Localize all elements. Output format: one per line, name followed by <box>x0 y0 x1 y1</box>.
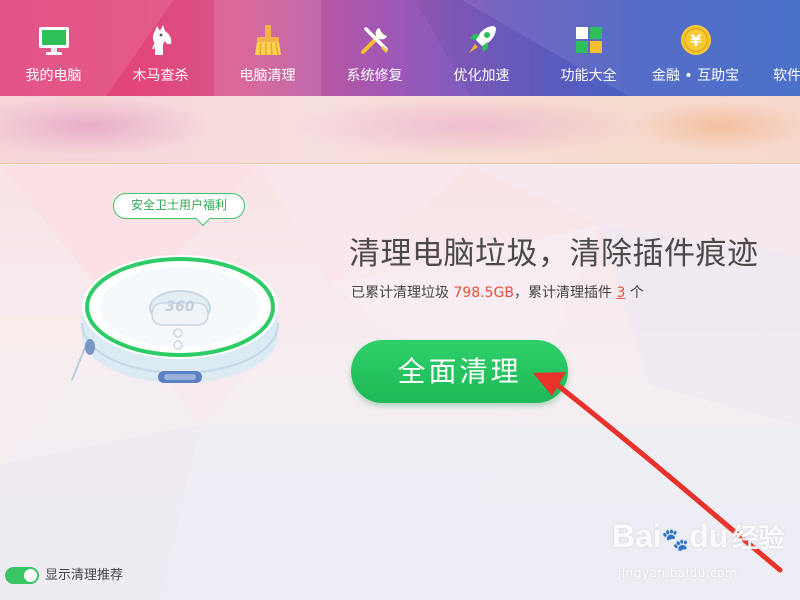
nav-item-finance[interactable]: ¥ 金融 • 互助宝 <box>642 0 749 96</box>
nav-label: 电脑清理 <box>239 68 296 84</box>
yuan-coin-icon: ¥ <box>678 22 714 58</box>
watermark-url: jingyan.baidu.com <box>618 566 738 580</box>
watermark-bai: Bai <box>612 518 662 554</box>
top-navigation: 我的电脑 木马查杀 电脑清理 系统修复 优化加速 功能大全 ¥ 金融 • 互助宝… <box>0 0 800 96</box>
nav-label: 我的电脑 <box>25 68 82 84</box>
blurred-banner <box>0 96 800 164</box>
watermark-du: du <box>689 518 729 554</box>
show-recommendations-toggle[interactable] <box>5 567 39 584</box>
nav-label: 软件 <box>773 68 800 84</box>
nav-label: 金融 • 互助宝 <box>651 68 740 84</box>
nav-item-trojan-scan[interactable]: 木马查杀 <box>107 0 214 96</box>
stats-middle: ，累计清理插件 <box>514 285 612 301</box>
user-welfare-badge[interactable]: 安全卫士用户福利 <box>113 193 245 219</box>
stats-prefix: 已累计清理垃圾 <box>351 285 449 301</box>
rocket-icon <box>464 22 500 58</box>
nav-item-computer-cleanup[interactable]: 电脑清理 <box>214 0 321 96</box>
grid-icon <box>571 22 607 58</box>
cleanup-stats: 已累计清理垃圾 798.5GB，累计清理插件 3 个 <box>351 283 644 303</box>
nav-item-software[interactable]: 软件 <box>749 0 800 96</box>
nav-item-optimize[interactable]: 优化加速 <box>428 0 535 96</box>
full-clean-button[interactable]: 全面清理 <box>351 340 568 403</box>
robot-brand-label: 360 <box>165 299 194 315</box>
nav-label: 系统修复 <box>346 68 403 84</box>
broom-icon <box>250 22 286 58</box>
toggle-label: 显示清理推荐 <box>45 568 124 583</box>
watermark-logo: Bai🐾du 经验 <box>612 518 784 555</box>
nav-item-all-functions[interactable]: 功能大全 <box>535 0 642 96</box>
watermark-jingyan: 经验 <box>732 523 785 553</box>
paw-icon: 🐾 <box>661 527 690 552</box>
baidu-jingyan-watermark: Bai🐾du 经验 jingyan.baidu.com <box>612 510 792 590</box>
nav-label: 优化加速 <box>453 68 510 84</box>
svg-text:¥: ¥ <box>690 31 701 50</box>
wrench-screwdriver-icon <box>357 22 393 58</box>
nav-label: 功能大全 <box>560 68 617 84</box>
stats-suffix: 个 <box>629 285 644 301</box>
cleaned-plugins-count-link[interactable]: 3 <box>616 285 625 301</box>
monitor-icon <box>36 22 72 58</box>
nav-label: 木马查杀 <box>132 68 189 84</box>
horse-icon <box>143 22 179 58</box>
page-headline: 清理电脑垃圾，清除插件痕迹 <box>349 236 759 272</box>
nav-item-system-repair[interactable]: 系统修复 <box>321 0 428 96</box>
toggle-knob <box>24 569 37 582</box>
robot-vacuum-illustration: 360 <box>71 255 279 383</box>
cleaned-size-value: 798.5GB <box>453 285 514 301</box>
nav-item-my-computer[interactable]: 我的电脑 <box>0 0 107 96</box>
